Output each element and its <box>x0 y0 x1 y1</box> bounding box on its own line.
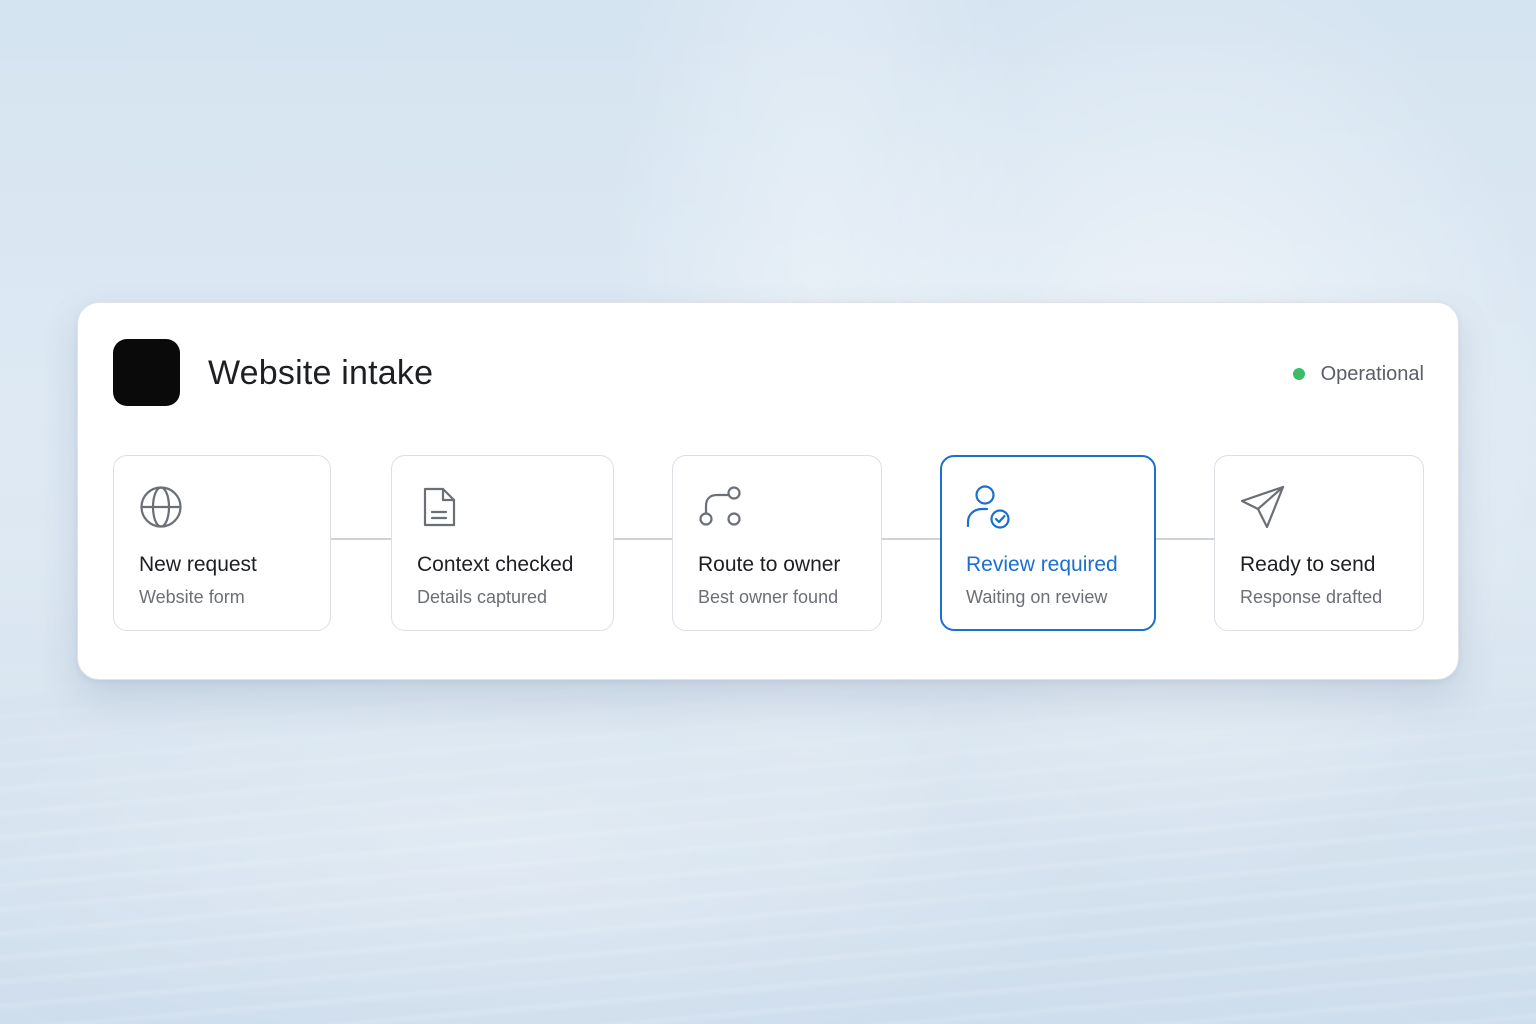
status-dot <box>1292 368 1305 380</box>
step-connector <box>331 538 391 540</box>
step-subtitle: Best owner found <box>698 587 839 607</box>
step-ready-to-send[interactable]: Ready to send Response drafted <box>1214 455 1424 631</box>
step-new-request[interactable]: New request Website form <box>113 455 331 631</box>
step-subtitle: Website form <box>139 587 245 607</box>
step-review-required[interactable]: Review required Waiting on review <box>940 455 1156 631</box>
step-connector <box>882 538 940 540</box>
route-icon <box>699 486 741 526</box>
status-label: Operational <box>1320 362 1424 385</box>
step-title: Ready to send <box>1240 553 1376 576</box>
step-title: Context checked <box>417 553 574 576</box>
status-indicator: Operational <box>1292 361 1424 387</box>
workflow-card: Website intake Operational New request W… <box>77 302 1459 680</box>
step-subtitle: Details captured <box>417 587 548 607</box>
step-context-checked[interactable]: Context checked Details captured <box>391 455 614 631</box>
step-connector <box>614 538 672 540</box>
send-icon <box>1240 485 1285 529</box>
step-route-to-owner[interactable]: Route to owner Best owner found <box>672 455 882 631</box>
step-title: New request <box>139 553 257 576</box>
document-icon <box>423 487 456 527</box>
workflow-logo <box>113 339 180 406</box>
step-title: Route to owner <box>698 553 841 576</box>
step-connector <box>1156 538 1214 540</box>
globe-icon <box>140 486 182 528</box>
user-check-icon <box>966 485 1010 529</box>
workflow-title: Website intake <box>208 354 434 392</box>
step-subtitle: Waiting on review <box>966 587 1108 607</box>
step-subtitle: Response drafted <box>1240 587 1383 607</box>
step-title: Review required <box>966 553 1118 576</box>
